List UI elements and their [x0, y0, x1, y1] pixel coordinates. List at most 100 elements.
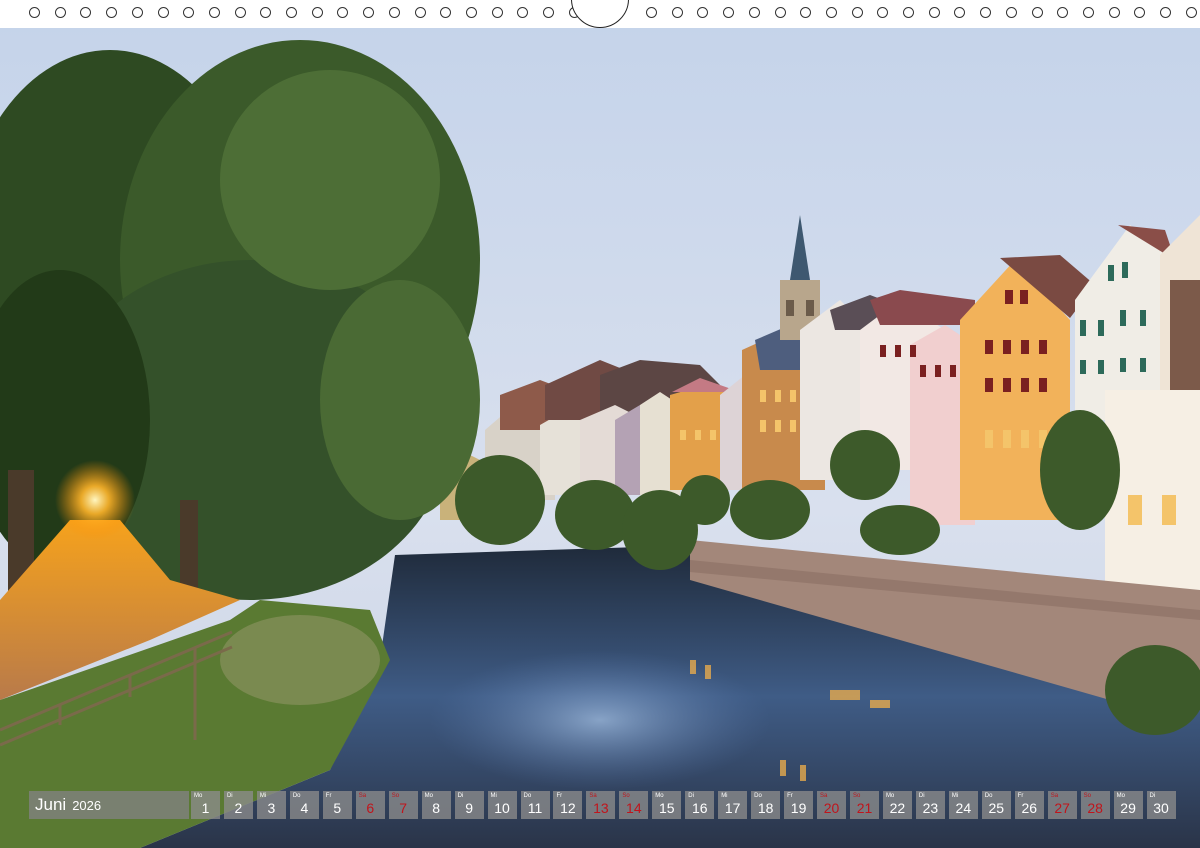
binding-ring	[208, 7, 220, 18]
day-cell: Do 11	[520, 791, 550, 819]
binding-ring	[80, 7, 92, 18]
day-number: 8	[432, 800, 441, 816]
binding-ring	[1005, 7, 1017, 18]
binding-ring	[517, 7, 529, 18]
binding-ring	[697, 7, 709, 18]
day-cell: So 21	[850, 791, 879, 819]
day-cell: Sa 6	[355, 791, 385, 819]
spiral-binding	[0, 0, 1200, 28]
binding-ring	[1057, 7, 1069, 18]
day-number: 7	[399, 800, 408, 816]
day-cell: Do 4	[289, 791, 319, 819]
binding-ring	[800, 7, 812, 18]
day-cell: So 14	[619, 791, 649, 819]
binding-ring	[1108, 7, 1120, 18]
calendar-photo	[0, 0, 1200, 848]
day-cell: Fr 19	[784, 791, 814, 819]
binding-ring	[671, 7, 683, 18]
binding-ring	[286, 7, 297, 18]
day-number: 17	[724, 800, 741, 816]
month-year: 2026	[72, 798, 102, 813]
day-number: 6	[366, 800, 375, 816]
binding-ring	[1082, 7, 1094, 18]
day-number: 1	[201, 800, 210, 816]
day-cell: So 7	[388, 791, 418, 819]
binding-ring	[157, 7, 169, 18]
day-number: 25	[988, 800, 1005, 816]
day-cell: Mi 10	[487, 791, 517, 819]
binding-ring	[851, 7, 863, 18]
binding-ring	[1160, 7, 1171, 18]
binding-ring	[311, 7, 323, 18]
day-number: 2	[234, 800, 243, 816]
binding-ring	[388, 7, 400, 18]
binding-ring	[877, 7, 889, 18]
binding-ring	[980, 7, 992, 18]
day-number: 15	[659, 800, 675, 816]
day-cell: Di 23	[915, 791, 945, 819]
binding-ring	[1185, 7, 1197, 18]
day-cell: Di 16	[685, 791, 715, 819]
month-label: Juni 2026	[29, 791, 189, 819]
binding-ring	[131, 7, 143, 18]
day-cell: Sa 13	[586, 791, 616, 819]
binding-ring	[928, 7, 940, 18]
binding-ring	[748, 7, 760, 18]
day-number: 4	[300, 800, 309, 816]
binding-ring	[234, 7, 246, 18]
day-cell: Mi 17	[718, 791, 748, 819]
day-number: 13	[593, 800, 609, 816]
day-number: 5	[333, 800, 342, 816]
day-number: 27	[1054, 800, 1070, 816]
day-cell: Do 18	[751, 791, 781, 819]
day-number: 18	[757, 800, 774, 816]
day-number: 28	[1087, 800, 1103, 816]
lamp-glow	[55, 460, 135, 540]
day-cell: Mo 15	[652, 791, 682, 819]
day-cell: Di 9	[454, 791, 484, 819]
day-cell: Mo 8	[421, 791, 451, 819]
binding-ring	[106, 7, 118, 18]
day-number: 20	[823, 800, 840, 816]
day-number: 11	[527, 800, 543, 816]
day-number: 22	[889, 800, 906, 816]
binding-ring	[363, 7, 375, 18]
day-cell: Fr 5	[322, 791, 352, 819]
day-number: 16	[691, 800, 708, 816]
binding-ring	[54, 7, 66, 18]
day-cell: Do 25	[981, 791, 1011, 819]
binding-ring	[337, 7, 349, 18]
day-cell: Fr 26	[1014, 791, 1044, 819]
day-cell: Sa 27	[1047, 791, 1077, 819]
day-number: 10	[494, 800, 510, 816]
day-number: 14	[626, 800, 642, 816]
day-cell: Mo 22	[882, 791, 912, 819]
hanger-hole	[571, 0, 629, 28]
day-cell: Mi 3	[256, 791, 286, 819]
day-number: 21	[856, 800, 873, 816]
day-cell: Mi 24	[948, 791, 978, 819]
binding-ring	[825, 7, 837, 18]
binding-ring	[1031, 7, 1043, 18]
binding-ring	[1134, 7, 1146, 18]
day-number: 29	[1120, 800, 1136, 816]
month-name: Juni	[35, 795, 67, 814]
binding-ring	[903, 7, 914, 18]
day-cell: Sa 20	[817, 791, 847, 819]
binding-ring	[440, 7, 452, 18]
day-number: 30	[1153, 800, 1169, 816]
binding-ring	[414, 7, 426, 18]
day-number: 23	[922, 800, 939, 816]
binding-ring	[260, 7, 272, 18]
binding-ring	[29, 7, 40, 18]
binding-ring	[646, 7, 657, 18]
binding-ring	[491, 7, 503, 18]
binding-ring	[543, 7, 554, 18]
day-number: 3	[267, 800, 276, 816]
day-number: 19	[790, 800, 807, 816]
day-cell: So 28	[1080, 791, 1110, 819]
day-cell: Fr 12	[553, 791, 583, 819]
day-number: 26	[1021, 800, 1038, 816]
day-cell: Mo 29	[1113, 791, 1143, 819]
binding-ring	[183, 7, 195, 18]
